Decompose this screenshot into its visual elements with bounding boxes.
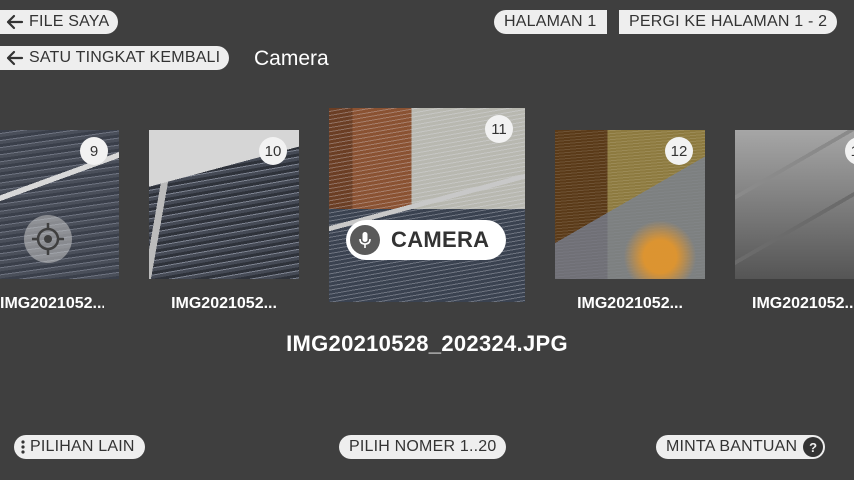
folder-title: Camera <box>254 47 329 70</box>
thumbnail-11-selected[interactable]: 11 <box>329 108 525 302</box>
crosshair-icon[interactable] <box>24 215 72 263</box>
help-label: MINTA BANTUAN <box>666 438 798 455</box>
voice-command-label: CAMERA <box>391 227 490 252</box>
thumbnail-number-badge: 9 <box>80 137 108 165</box>
arrow-left-icon <box>6 50 24 66</box>
thumbnail-caption: IMG2021052... <box>752 295 854 312</box>
microphone-icon <box>350 225 380 255</box>
thumbnail-number-badge: 12 <box>665 137 693 165</box>
thumbnail-caption: IMG2021052... <box>577 295 683 312</box>
arrow-left-icon <box>6 14 24 30</box>
thumbnail-12[interactable]: 12 <box>555 130 705 279</box>
up-one-level-label: SATU TINGKAT KEMBALI <box>29 49 221 66</box>
my-files-button[interactable]: FILE SAYA <box>0 10 119 34</box>
current-page-button[interactable]: HALAMAN 1 <box>494 10 607 34</box>
thumbnail-image <box>735 130 854 279</box>
vertical-dots-icon <box>20 440 26 454</box>
help-button[interactable]: MINTA BANTUAN ? <box>656 435 826 459</box>
go-to-page-button[interactable]: PERGI KE HALAMAN 1 - 2 <box>619 10 838 34</box>
pick-number-button[interactable]: PILIH NOMER 1..20 <box>339 435 507 459</box>
thumbnail-13[interactable]: 13 <box>735 130 854 279</box>
thumbnail-caption: IMG2021052... <box>171 295 277 312</box>
up-one-level-button[interactable]: SATU TINGKAT KEMBALI <box>0 46 230 70</box>
voice-command-button[interactable]: CAMERA <box>346 220 506 260</box>
thumbnail-10[interactable]: 10 <box>149 130 299 279</box>
my-files-label: FILE SAYA <box>29 13 110 30</box>
thumbnail-number-badge: 10 <box>259 137 287 165</box>
question-mark-icon: ? <box>803 437 824 457</box>
more-options-button[interactable]: PILIHAN LAIN <box>14 435 145 459</box>
more-options-label: PILIHAN LAIN <box>30 438 135 455</box>
thumbnail-caption: IMG2021052... <box>0 295 104 312</box>
thumbnail-number-badge: 11 <box>485 115 513 143</box>
selected-file-name: IMG20210528_202324.JPG <box>286 331 568 356</box>
